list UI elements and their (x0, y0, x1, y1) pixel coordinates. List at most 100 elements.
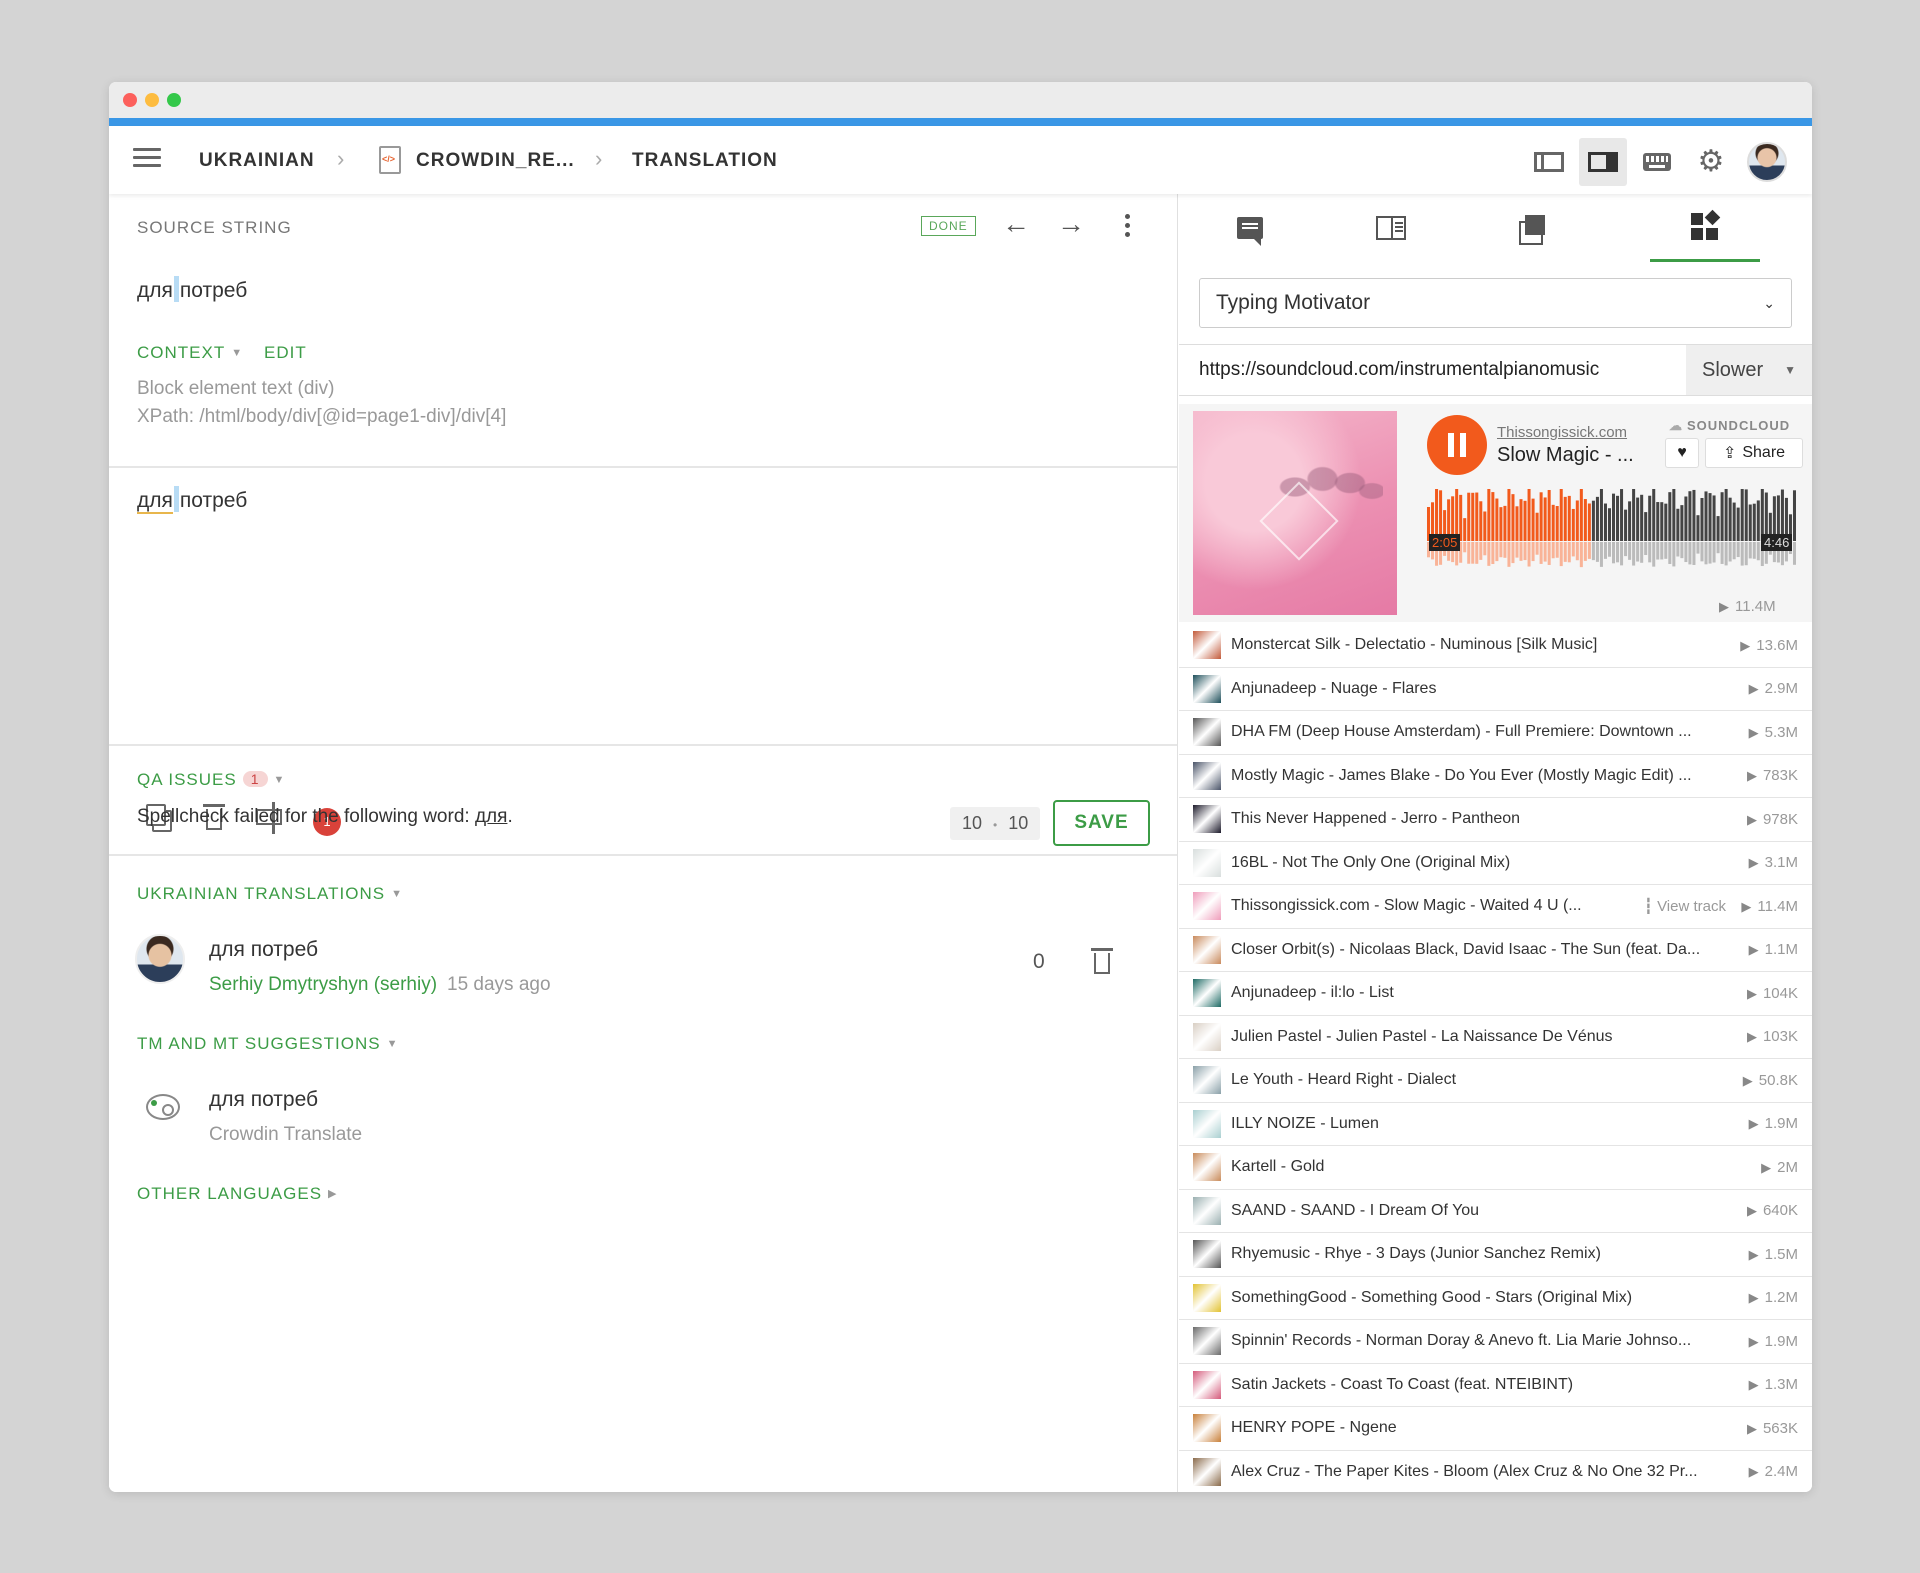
play-icon[interactable]: ▶ (1749, 1377, 1759, 1392)
track-title[interactable]: Kartell - Gold (1231, 1158, 1732, 1176)
share-button[interactable]: ⇪ Share (1705, 438, 1803, 468)
close-window-button[interactable] (123, 93, 137, 107)
maximize-window-button[interactable] (167, 93, 181, 107)
play-icon[interactable]: ▶ (1747, 1203, 1757, 1218)
play-icon[interactable]: ▶ (1749, 942, 1759, 957)
track-title[interactable]: Anjunadeep - Nuage - Flares (1231, 680, 1732, 698)
track-title[interactable]: This Never Happened - Jerro - Pantheon (1231, 810, 1732, 828)
track-row[interactable]: DHA FM (Deep House Amsterdam) - Full Pre… (1179, 711, 1812, 755)
play-icon[interactable]: ▶ (1741, 899, 1751, 914)
breadcrumb-language[interactable]: UKRAINIAN (199, 150, 315, 172)
track-row[interactable]: Le Youth - Heard Right - Dialect ▶ 50.8K (1179, 1059, 1812, 1103)
tab-apps[interactable] (1650, 194, 1760, 262)
play-icon[interactable]: ▶ (1749, 1116, 1759, 1131)
play-icon[interactable]: ▶ (1747, 986, 1757, 1001)
tab-comments[interactable] (1179, 194, 1320, 262)
play-icon[interactable]: ▶ (1749, 1290, 1759, 1305)
translation-textarea[interactable]: для потреб (137, 486, 247, 514)
qa-issues-toggle[interactable]: QA ISSUES 1 ▼ (137, 770, 285, 790)
menu-icon[interactable] (133, 148, 161, 172)
track-row[interactable]: Monstercat Silk - Delectatio - Numinous … (1179, 624, 1812, 668)
soundcloud-logo[interactable]: ☁ SOUNDCLOUD (1669, 418, 1790, 434)
track-title[interactable]: Le Youth - Heard Right - Dialect (1231, 1071, 1732, 1089)
play-icon[interactable]: ▶ (1749, 1464, 1759, 1479)
edit-context-link[interactable]: EDIT (264, 343, 307, 363)
next-arrow-icon[interactable]: → (1057, 208, 1085, 240)
delete-translation-icon[interactable] (1087, 946, 1119, 978)
track-title[interactable]: Spinnin' Records - Norman Doray & Anevo … (1231, 1332, 1732, 1350)
app-selector[interactable]: Typing Motivator ⌄ (1199, 278, 1792, 328)
track-row[interactable]: Anjunadeep - il:lo - List ▶ 104K (1179, 972, 1812, 1016)
track-row[interactable]: HENRY POPE - Ngene ▶ 563K (1179, 1407, 1812, 1451)
like-button[interactable]: ♥ (1665, 438, 1699, 468)
play-icon[interactable]: ▶ (1743, 1073, 1753, 1088)
previous-arrow-icon[interactable]: ← (1002, 208, 1030, 240)
track-title[interactable]: Closer Orbit(s) - Nicolaas Black, David … (1231, 941, 1732, 959)
track-title[interactable]: ILLY NOIZE - Lumen (1231, 1115, 1732, 1133)
translator-name[interactable]: Serhiy Dmytryshyn (serhiy) (209, 974, 437, 996)
url-input[interactable]: https://soundcloud.com/instrumentalpiano… (1179, 345, 1686, 395)
play-icon[interactable]: ▶ (1749, 1247, 1759, 1262)
track-row[interactable]: Mostly Magic - James Blake - Do You Ever… (1179, 755, 1812, 798)
track-title[interactable]: Satin Jackets - Coast To Coast (feat. NT… (1231, 1376, 1732, 1394)
track-row[interactable]: Rhyemusic - Rhye - 3 Days (Junior Sanche… (1179, 1233, 1812, 1277)
track-title[interactable]: Alex Cruz - The Paper Kites - Bloom (Ale… (1231, 1463, 1732, 1481)
play-icon[interactable]: ▶ (1749, 681, 1759, 696)
track-row[interactable]: SAAND - SAAND - I Dream Of You ▶ 640K (1179, 1190, 1812, 1233)
view-track-link[interactable]: ┇ View track (1644, 897, 1726, 915)
track-row[interactable]: 16BL - Not The Only One (Original Mix) ▶ 3… (1179, 842, 1812, 885)
more-options-icon[interactable] (1125, 214, 1131, 238)
track-title[interactable]: HENRY POPE - Ngene (1231, 1419, 1732, 1437)
track-row[interactable]: Satin Jackets - Coast To Coast (feat. NT… (1179, 1364, 1812, 1407)
other-languages-toggle[interactable]: OTHER LANGUAGES ▶ (137, 1184, 338, 1204)
settings-button[interactable]: ⚙ (1687, 138, 1735, 186)
track-title[interactable]: Anjunadeep - il:lo - List (1231, 984, 1732, 1002)
track-row[interactable]: ILLY NOIZE - Lumen ▶ 1.9M (1179, 1103, 1812, 1146)
play-icon[interactable]: ▶ (1749, 725, 1759, 740)
track-title[interactable]: Slow Magic - ... (1497, 444, 1634, 467)
play-icon[interactable]: ▶ (1747, 768, 1757, 783)
track-title[interactable]: Julien Pastel - Julien Pastel - La Naiss… (1231, 1028, 1732, 1046)
track-row[interactable]: Closer Orbit(s) - Nicolaas Black, David … (1179, 929, 1812, 972)
track-title[interactable]: Rhyemusic - Rhye - 3 Days (Junior Sanche… (1231, 1245, 1732, 1263)
track-title[interactable]: Monstercat Silk - Delectatio - Numinous … (1231, 636, 1732, 654)
tab-translation-memory[interactable] (1461, 194, 1602, 262)
play-icon[interactable]: ▶ (1747, 1421, 1757, 1436)
suggestions-toggle[interactable]: TM AND MT SUGGESTIONS ▼ (137, 1034, 398, 1054)
breadcrumb-file[interactable]: CROWDIN_RE... (416, 150, 575, 172)
context-toggle[interactable]: CONTEXT ▼ (137, 343, 243, 363)
tab-glossary[interactable] (1320, 194, 1461, 262)
track-row[interactable]: Kartell - Gold ▶ 2M (1179, 1146, 1812, 1190)
speed-dropdown[interactable]: Slower ▼ (1686, 345, 1812, 395)
layout-side-by-side-button[interactable] (1579, 138, 1627, 186)
play-icon[interactable]: ▶ (1740, 638, 1750, 653)
play-icon[interactable]: ▶ (1749, 1334, 1759, 1349)
track-row[interactable]: Julien Pastel - Julien Pastel - La Naiss… (1179, 1016, 1812, 1059)
track-row[interactable]: This Never Happened - Jerro - Pantheon ▶ 9… (1179, 798, 1812, 842)
play-icon[interactable]: ▶ (1747, 812, 1757, 827)
minimize-window-button[interactable] (145, 93, 159, 107)
layout-sidebar-button[interactable] (1525, 138, 1573, 186)
mt-suggestion-text[interactable]: для потреб (209, 1088, 318, 1112)
waveform[interactable] (1427, 489, 1797, 575)
play-icon[interactable]: ▶ (1747, 1029, 1757, 1044)
track-title[interactable]: DHA FM (Deep House Amsterdam) - Full Pre… (1231, 723, 1732, 741)
keyboard-shortcuts-button[interactable] (1633, 138, 1681, 186)
track-row[interactable]: Alex Cruz - The Paper Kites - Bloom (Ale… (1179, 1451, 1812, 1493)
track-row[interactable]: Anjunadeep - Nuage - Flares ▶ 2.9M (1179, 668, 1812, 711)
track-title[interactable]: SAAND - SAAND - I Dream Of You (1231, 1202, 1732, 1220)
play-icon[interactable]: ▶ (1749, 855, 1759, 870)
track-title[interactable]: SomethingGood - Something Good - Stars (… (1231, 1289, 1732, 1307)
pause-button[interactable] (1427, 415, 1487, 475)
track-row[interactable]: Spinnin' Records - Norman Doray & Anevo … (1179, 1320, 1812, 1364)
track-row[interactable]: SomethingGood - Something Good - Stars (… (1179, 1277, 1812, 1320)
track-user-link[interactable]: Thissongissick.com (1497, 424, 1627, 441)
save-button[interactable]: SAVE (1053, 800, 1150, 846)
translation-suggestion-text[interactable]: для потреб (209, 938, 318, 962)
track-row[interactable]: Thissongissick.com - Slow Magic - Waited… (1179, 885, 1812, 929)
play-icon[interactable]: ▶ (1761, 1160, 1771, 1175)
user-avatar-button[interactable] (1743, 138, 1791, 186)
track-title[interactable]: Thissongissick.com - Slow Magic - Waited… (1231, 897, 1644, 915)
track-title[interactable]: Mostly Magic - James Blake - Do You Ever… (1231, 767, 1732, 785)
translations-toggle[interactable]: UKRAINIAN TRANSLATIONS ▼ (137, 884, 403, 904)
